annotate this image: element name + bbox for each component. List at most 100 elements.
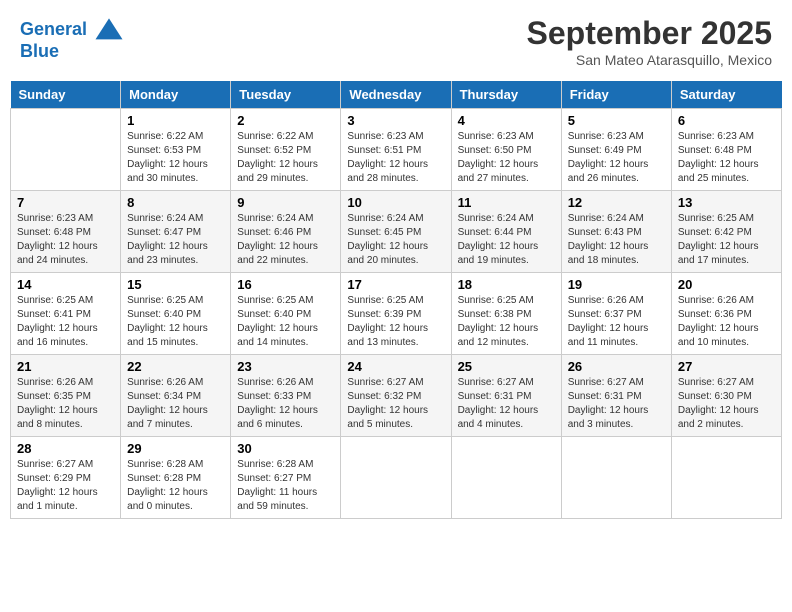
day-number: 7 [17, 195, 114, 210]
day-number: 22 [127, 359, 224, 374]
day-info: Sunrise: 6:27 AM Sunset: 6:32 PM Dayligh… [347, 376, 444, 432]
column-header-sunday: Sunday [11, 81, 121, 109]
column-header-tuesday: Tuesday [231, 81, 341, 109]
calendar-cell: 29 Sunrise: 6:28 AM Sunset: 6:28 PM Dayli… [121, 437, 231, 519]
day-number: 26 [568, 359, 665, 374]
day-number: 20 [678, 277, 775, 292]
calendar-cell [11, 109, 121, 191]
column-header-wednesday: Wednesday [341, 81, 451, 109]
logo: General Blue [20, 15, 124, 62]
day-info: Sunrise: 6:25 AM Sunset: 6:39 PM Dayligh… [347, 294, 444, 350]
day-info: Sunrise: 6:22 AM Sunset: 6:52 PM Dayligh… [237, 130, 334, 186]
week-row-2: 7 Sunrise: 6:23 AM Sunset: 6:48 PM Daylig… [11, 191, 782, 273]
day-info: Sunrise: 6:23 AM Sunset: 6:48 PM Dayligh… [17, 212, 114, 268]
calendar-cell: 15 Sunrise: 6:25 AM Sunset: 6:40 PM Dayli… [121, 273, 231, 355]
calendar-cell: 14Sunrise: 6:25 AM Sunset: 6:41 PM Dayli… [11, 273, 121, 355]
location: San Mateo Atarasquillo, Mexico [527, 52, 772, 68]
day-number: 23 [237, 359, 334, 374]
calendar-cell: 22 Sunrise: 6:26 AM Sunset: 6:34 PM Dayli… [121, 355, 231, 437]
calendar-cell: 24 Sunrise: 6:27 AM Sunset: 6:32 PM Dayli… [341, 355, 451, 437]
calendar-cell: 17 Sunrise: 6:25 AM Sunset: 6:39 PM Dayli… [341, 273, 451, 355]
calendar-cell: 6 Sunrise: 6:23 AM Sunset: 6:48 PM Daylig… [671, 109, 781, 191]
day-info: Sunrise: 6:25 AM Sunset: 6:40 PM Dayligh… [237, 294, 334, 350]
day-info: Sunrise: 6:23 AM Sunset: 6:48 PM Dayligh… [678, 130, 775, 186]
day-number: 18 [458, 277, 555, 292]
column-header-saturday: Saturday [671, 81, 781, 109]
calendar-cell: 13 Sunrise: 6:25 AM Sunset: 6:42 PM Dayli… [671, 191, 781, 273]
calendar-cell [671, 437, 781, 519]
day-number: 17 [347, 277, 444, 292]
day-number: 9 [237, 195, 334, 210]
day-number: 10 [347, 195, 444, 210]
calendar-cell: 1 Sunrise: 6:22 AM Sunset: 6:53 PM Daylig… [121, 109, 231, 191]
calendar-cell: 20 Sunrise: 6:26 AM Sunset: 6:36 PM Dayli… [671, 273, 781, 355]
day-info: Sunrise: 6:24 AM Sunset: 6:47 PM Dayligh… [127, 212, 224, 268]
day-info: Sunrise: 6:25 AM Sunset: 6:42 PM Dayligh… [678, 212, 775, 268]
day-number: 28 [17, 441, 114, 456]
day-info: Sunrise: 6:28 AM Sunset: 6:27 PM Dayligh… [237, 458, 334, 514]
day-number: 27 [678, 359, 775, 374]
day-number: 11 [458, 195, 555, 210]
day-info: Sunrise: 6:24 AM Sunset: 6:44 PM Dayligh… [458, 212, 555, 268]
calendar-cell: 25 Sunrise: 6:27 AM Sunset: 6:31 PM Dayli… [451, 355, 561, 437]
day-info: Sunrise: 6:26 AM Sunset: 6:37 PM Dayligh… [568, 294, 665, 350]
calendar-cell: 3Sunrise: 6:23 AM Sunset: 6:51 PM Daylig… [341, 109, 451, 191]
title-area: September 2025 San Mateo Atarasquillo, M… [527, 15, 772, 68]
day-info: Sunrise: 6:27 AM Sunset: 6:29 PM Dayligh… [17, 458, 114, 514]
day-number: 6 [678, 113, 775, 128]
day-info: Sunrise: 6:22 AM Sunset: 6:53 PM Dayligh… [127, 130, 224, 186]
day-info: Sunrise: 6:27 AM Sunset: 6:31 PM Dayligh… [568, 376, 665, 432]
calendar-cell: 23 Sunrise: 6:26 AM Sunset: 6:33 PM Dayli… [231, 355, 341, 437]
column-header-monday: Monday [121, 81, 231, 109]
day-number: 29 [127, 441, 224, 456]
day-info: Sunrise: 6:27 AM Sunset: 6:30 PM Dayligh… [678, 376, 775, 432]
day-info: Sunrise: 6:26 AM Sunset: 6:34 PM Dayligh… [127, 376, 224, 432]
day-number: 1 [127, 113, 224, 128]
calendar-table: SundayMondayTuesdayWednesdayThursdayFrid… [10, 81, 782, 519]
day-info: Sunrise: 6:23 AM Sunset: 6:51 PM Dayligh… [347, 130, 444, 186]
day-info: Sunrise: 6:24 AM Sunset: 6:46 PM Dayligh… [237, 212, 334, 268]
header-row: SundayMondayTuesdayWednesdayThursdayFrid… [11, 81, 782, 109]
day-info: Sunrise: 6:26 AM Sunset: 6:36 PM Dayligh… [678, 294, 775, 350]
column-header-friday: Friday [561, 81, 671, 109]
day-info: Sunrise: 6:25 AM Sunset: 6:40 PM Dayligh… [127, 294, 224, 350]
calendar-cell: 28 Sunrise: 6:27 AM Sunset: 6:29 PM Dayli… [11, 437, 121, 519]
week-row-3: 14Sunrise: 6:25 AM Sunset: 6:41 PM Dayli… [11, 273, 782, 355]
calendar-cell: 16 Sunrise: 6:25 AM Sunset: 6:40 PM Dayli… [231, 273, 341, 355]
day-number: 13 [678, 195, 775, 210]
day-number: 24 [347, 359, 444, 374]
calendar-cell: 18 Sunrise: 6:25 AM Sunset: 6:38 PM Dayli… [451, 273, 561, 355]
week-row-4: 21Sunrise: 6:26 AM Sunset: 6:35 PM Dayli… [11, 355, 782, 437]
day-info: Sunrise: 6:23 AM Sunset: 6:50 PM Dayligh… [458, 130, 555, 186]
day-number: 4 [458, 113, 555, 128]
calendar-cell: 9 Sunrise: 6:24 AM Sunset: 6:46 PM Daylig… [231, 191, 341, 273]
day-number: 12 [568, 195, 665, 210]
day-number: 25 [458, 359, 555, 374]
week-row-1: 1 Sunrise: 6:22 AM Sunset: 6:53 PM Daylig… [11, 109, 782, 191]
day-info: Sunrise: 6:24 AM Sunset: 6:45 PM Dayligh… [347, 212, 444, 268]
calendar-cell: 19 Sunrise: 6:26 AM Sunset: 6:37 PM Dayli… [561, 273, 671, 355]
day-info: Sunrise: 6:28 AM Sunset: 6:28 PM Dayligh… [127, 458, 224, 514]
calendar-cell [561, 437, 671, 519]
day-number: 30 [237, 441, 334, 456]
day-number: 15 [127, 277, 224, 292]
day-info: Sunrise: 6:27 AM Sunset: 6:31 PM Dayligh… [458, 376, 555, 432]
calendar-cell [451, 437, 561, 519]
page-header: General Blue September 2025 San Mateo At… [10, 10, 782, 73]
day-info: Sunrise: 6:23 AM Sunset: 6:49 PM Dayligh… [568, 130, 665, 186]
day-number: 5 [568, 113, 665, 128]
day-number: 19 [568, 277, 665, 292]
calendar-cell: 30 Sunrise: 6:28 AM Sunset: 6:27 PM Dayli… [231, 437, 341, 519]
day-number: 21 [17, 359, 114, 374]
day-number: 16 [237, 277, 334, 292]
day-info: Sunrise: 6:24 AM Sunset: 6:43 PM Dayligh… [568, 212, 665, 268]
calendar-cell: 4 Sunrise: 6:23 AM Sunset: 6:50 PM Daylig… [451, 109, 561, 191]
calendar-cell: 12 Sunrise: 6:24 AM Sunset: 6:43 PM Dayli… [561, 191, 671, 273]
calendar-cell: 8Sunrise: 6:24 AM Sunset: 6:47 PM Daylig… [121, 191, 231, 273]
day-info: Sunrise: 6:26 AM Sunset: 6:33 PM Dayligh… [237, 376, 334, 432]
calendar-cell [341, 437, 451, 519]
day-number: 14 [17, 277, 114, 292]
day-info: Sunrise: 6:25 AM Sunset: 6:38 PM Dayligh… [458, 294, 555, 350]
calendar-cell: 7 Sunrise: 6:23 AM Sunset: 6:48 PM Daylig… [11, 191, 121, 273]
calendar-cell: 21Sunrise: 6:26 AM Sunset: 6:35 PM Dayli… [11, 355, 121, 437]
